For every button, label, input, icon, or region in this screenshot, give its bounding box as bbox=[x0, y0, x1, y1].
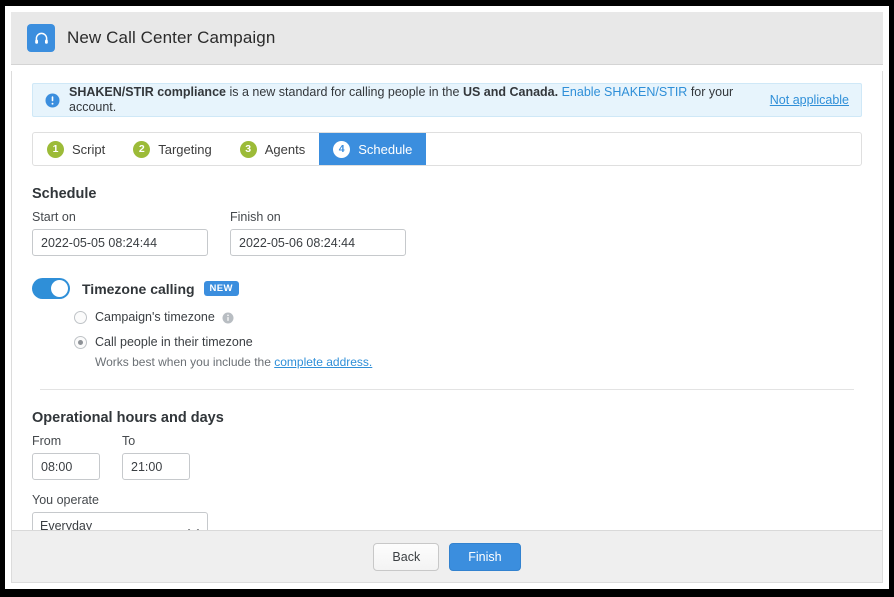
to-field: To bbox=[122, 434, 190, 480]
tab-script-label: Script bbox=[72, 141, 106, 157]
back-button[interactable]: Back bbox=[373, 542, 440, 571]
finish-button[interactable]: Finish bbox=[449, 542, 521, 571]
section-divider bbox=[40, 389, 854, 390]
new-badge: NEW bbox=[203, 281, 239, 296]
browser-viewport: New Call Center Campaign SHAKEN/STIR com… bbox=[0, 0, 894, 597]
timezone-calling-row: Timezone calling NEW bbox=[32, 278, 862, 299]
card-body: SHAKEN/STIR compliance is a new standard… bbox=[12, 71, 882, 572]
wizard-tabs: 1 Script 2 Targeting 3 Agents 4 Schedule bbox=[32, 132, 862, 166]
tab-schedule[interactable]: 4 Schedule bbox=[319, 133, 427, 165]
tab-schedule-label: Schedule bbox=[358, 141, 413, 157]
headset-icon bbox=[27, 24, 55, 52]
their-timezone-radio[interactable] bbox=[74, 335, 87, 349]
not-applicable-link[interactable]: Not applicable bbox=[770, 93, 849, 107]
wizard-footer: Back Finish bbox=[11, 530, 883, 583]
timezone-hint-prefix: Works best when you include the bbox=[95, 355, 275, 369]
their-timezone-label: Call people in their timezone bbox=[95, 335, 253, 349]
enable-shaken-stir-link[interactable]: Enable SHAKEN/STIR bbox=[562, 85, 688, 99]
start-on-input[interactable] bbox=[32, 229, 208, 256]
schedule-heading: Schedule bbox=[32, 186, 97, 202]
window-header: New Call Center Campaign bbox=[11, 12, 883, 65]
tab-targeting-label: Targeting bbox=[158, 141, 212, 157]
compliance-banner: SHAKEN/STIR compliance is a new standard… bbox=[32, 83, 862, 117]
toggle-knob bbox=[51, 280, 68, 297]
info-icon[interactable] bbox=[222, 311, 234, 324]
banner-bold-prefix: SHAKEN/STIR compliance bbox=[69, 85, 226, 99]
finish-on-field: Finish on bbox=[230, 210, 406, 256]
campaign-timezone-option[interactable]: Campaign's timezone bbox=[74, 310, 862, 324]
tab-schedule-number: 4 bbox=[333, 140, 351, 158]
page-title: New Call Center Campaign bbox=[67, 28, 276, 47]
you-operate-label: You operate bbox=[32, 493, 99, 507]
info-exclamation-icon bbox=[45, 93, 60, 108]
finish-on-label: Finish on bbox=[230, 210, 281, 224]
to-time-input[interactable] bbox=[122, 453, 190, 480]
operational-heading: Operational hours and days bbox=[32, 410, 224, 426]
timezone-hint: Works best when you include the complete… bbox=[95, 355, 862, 369]
schedule-dates-row: Start on Finish on bbox=[32, 210, 862, 256]
tab-agents-number: 3 bbox=[239, 140, 257, 158]
tab-script[interactable]: 1 Script bbox=[33, 133, 119, 165]
campaign-timezone-label: Campaign's timezone bbox=[95, 310, 215, 324]
start-on-label: Start on bbox=[32, 210, 76, 224]
start-on-field: Start on bbox=[32, 210, 208, 256]
timezone-calling-toggle[interactable] bbox=[32, 278, 70, 299]
tab-agents-label: Agents bbox=[264, 141, 306, 157]
page-root: New Call Center Campaign SHAKEN/STIR com… bbox=[5, 6, 889, 589]
banner-bold-region: US and Canada. bbox=[462, 85, 559, 99]
from-label: From bbox=[32, 434, 62, 448]
tab-targeting-number: 2 bbox=[133, 140, 151, 158]
from-field: From bbox=[32, 434, 100, 480]
operational-hours-row: From To bbox=[32, 434, 862, 480]
to-label: To bbox=[122, 434, 136, 448]
from-time-input[interactable] bbox=[32, 453, 100, 480]
their-timezone-option[interactable]: Call people in their timezone bbox=[74, 335, 862, 349]
tab-script-number: 1 bbox=[47, 140, 64, 158]
timezone-calling-label: Timezone calling bbox=[82, 280, 195, 297]
banner-text-middle: is a new standard for calling people in … bbox=[225, 85, 463, 99]
wizard-card: SHAKEN/STIR compliance is a new standard… bbox=[11, 71, 883, 572]
tab-targeting[interactable]: 2 Targeting bbox=[119, 133, 225, 165]
banner-message: SHAKEN/STIR compliance is a new standard… bbox=[69, 85, 756, 115]
tab-agents[interactable]: 3 Agents bbox=[226, 133, 319, 165]
complete-address-link[interactable]: complete address. bbox=[274, 355, 372, 369]
finish-on-input[interactable] bbox=[230, 229, 406, 256]
campaign-timezone-radio[interactable] bbox=[74, 310, 87, 324]
tabs-filler bbox=[426, 133, 861, 165]
